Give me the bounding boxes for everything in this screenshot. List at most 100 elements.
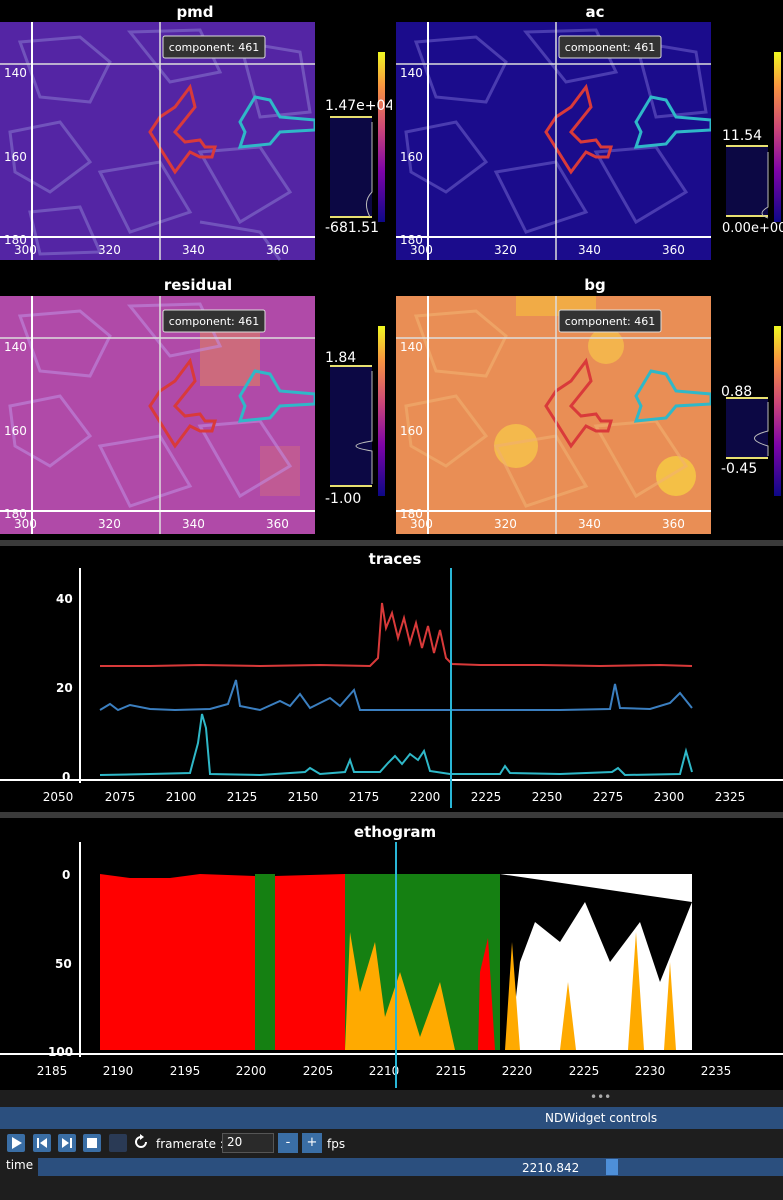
x-tick: 2220 xyxy=(502,1064,533,1078)
colorbar-min: -1.00 xyxy=(325,491,361,507)
x-tick: 320 xyxy=(98,517,121,531)
x-tick: 360 xyxy=(266,243,289,257)
step-forward-icon xyxy=(62,1138,72,1148)
y-tick: 140 xyxy=(4,66,27,80)
x-tick: 2235 xyxy=(701,1064,732,1078)
y-tick: 140 xyxy=(400,340,423,354)
component-label: component: 461 xyxy=(565,315,655,328)
refresh-icon[interactable] xyxy=(132,1134,150,1152)
time-label: time xyxy=(6,1158,34,1172)
x-tick: 340 xyxy=(578,517,601,531)
colorbar-min: -681.51 xyxy=(325,220,379,236)
play-icon xyxy=(12,1137,22,1149)
x-tick: 360 xyxy=(662,243,685,257)
ethogram-plot[interactable]: 0 50 100 2185 2190 2195 2200 2205 2210 2… xyxy=(0,842,783,1088)
time-value: 2210.842 xyxy=(522,1161,580,1175)
step-forward-button[interactable] xyxy=(58,1134,76,1152)
y-tick: 0 xyxy=(62,868,70,882)
y-tick: 40 xyxy=(56,592,73,606)
colorbar-min: -0.45 xyxy=(721,461,757,477)
y-tick: 100 xyxy=(48,1045,73,1059)
x-tick: 340 xyxy=(578,243,601,257)
x-tick: 2200 xyxy=(236,1064,267,1078)
panel-title-bg: bg xyxy=(584,276,606,294)
colorbar[interactable] xyxy=(378,326,385,496)
y-tick: 160 xyxy=(4,424,27,438)
x-tick: 2225 xyxy=(471,790,502,804)
x-tick: 320 xyxy=(98,243,121,257)
step-back-button[interactable] xyxy=(33,1134,51,1152)
x-tick: 340 xyxy=(182,243,205,257)
colorbar-max: 1.84 xyxy=(325,350,356,366)
x-tick: 2195 xyxy=(170,1064,201,1078)
colorbar-max: 0.88 xyxy=(721,384,752,400)
x-tick: 2190 xyxy=(103,1064,134,1078)
colorbar[interactable] xyxy=(774,326,781,496)
panel-title-ac: ac xyxy=(585,3,605,21)
stop-icon xyxy=(87,1138,97,1148)
step-back-icon xyxy=(37,1138,47,1148)
x-tick: 2050 xyxy=(43,790,74,804)
x-tick: 2325 xyxy=(715,790,746,804)
colorbar[interactable] xyxy=(378,52,385,222)
framerate-increment-button[interactable]: + xyxy=(302,1133,322,1153)
panel-title-pmd: pmd xyxy=(176,3,214,21)
x-tick: 360 xyxy=(266,517,289,531)
x-tick: 2275 xyxy=(593,790,624,804)
component-label: component: 461 xyxy=(565,41,655,54)
x-tick: 2230 xyxy=(635,1064,666,1078)
splitter[interactable] xyxy=(0,812,783,818)
time-slider-handle[interactable] xyxy=(606,1159,618,1175)
x-tick: 2210 xyxy=(369,1064,400,1078)
stop-button[interactable] xyxy=(83,1134,101,1152)
colorbar-max: 11.54 xyxy=(722,128,762,144)
band-red xyxy=(275,874,345,1050)
x-tick: 300 xyxy=(410,243,433,257)
x-tick: 2075 xyxy=(105,790,136,804)
colorbar-max: 1.47e+04 xyxy=(325,98,392,114)
ac-panel[interactable]: component: 461 140 160 180 300 320 340 3… xyxy=(396,22,783,262)
y-tick: 160 xyxy=(4,150,27,164)
y-tick: 0 xyxy=(62,770,70,784)
y-tick: 160 xyxy=(400,150,423,164)
controls-header: NDWidget controls xyxy=(0,1107,783,1129)
x-tick: 300 xyxy=(14,517,37,531)
pmd-panel[interactable]: component: 461 140 160 180 300 320 340 3… xyxy=(0,22,392,262)
play-button[interactable] xyxy=(7,1134,25,1152)
colorbar[interactable] xyxy=(774,52,781,222)
residual-panel[interactable]: component: 461 140 160 180 300 320 340 3… xyxy=(0,296,392,536)
drag-handle-icon[interactable]: ••• xyxy=(590,1090,611,1104)
x-tick: 2215 xyxy=(436,1064,467,1078)
time-slider[interactable]: 2210.842 xyxy=(38,1158,783,1176)
x-tick: 2200 xyxy=(410,790,441,804)
x-tick: 2300 xyxy=(654,790,685,804)
y-tick: 50 xyxy=(55,957,72,971)
framerate-decrement-button[interactable]: - xyxy=(278,1133,298,1153)
traces-plot[interactable]: 40 20 0 2050 2075 2100 2125 2150 2175 22… xyxy=(0,568,783,808)
y-tick: 20 xyxy=(56,681,73,695)
bg-panel[interactable]: component: 461 140 160 180 300 320 340 3… xyxy=(396,296,783,536)
controls-title: NDWidget controls xyxy=(545,1111,658,1125)
panel-title-residual: residual xyxy=(163,276,233,294)
x-tick: 320 xyxy=(494,243,517,257)
fps-label: fps xyxy=(327,1137,346,1151)
y-tick: 160 xyxy=(400,424,423,438)
x-tick: 2205 xyxy=(303,1064,334,1078)
component-label: component: 461 xyxy=(169,315,259,328)
framerate-input[interactable]: 20 xyxy=(222,1133,274,1153)
loop-toggle[interactable] xyxy=(109,1134,127,1152)
band-red xyxy=(100,874,255,1050)
splitter[interactable] xyxy=(0,540,783,546)
panel-title-traces: traces xyxy=(368,550,422,568)
x-tick: 2175 xyxy=(349,790,380,804)
x-tick: 2250 xyxy=(532,790,563,804)
colorbar-min: 0.00e+00 xyxy=(722,221,783,236)
x-tick: 360 xyxy=(662,517,685,531)
y-tick: 140 xyxy=(4,340,27,354)
x-tick: 2100 xyxy=(166,790,197,804)
framerate-label: framerate : xyxy=(156,1137,224,1151)
x-tick: 2225 xyxy=(569,1064,600,1078)
x-tick: 320 xyxy=(494,517,517,531)
x-tick: 300 xyxy=(14,243,37,257)
x-tick: 2125 xyxy=(227,790,258,804)
